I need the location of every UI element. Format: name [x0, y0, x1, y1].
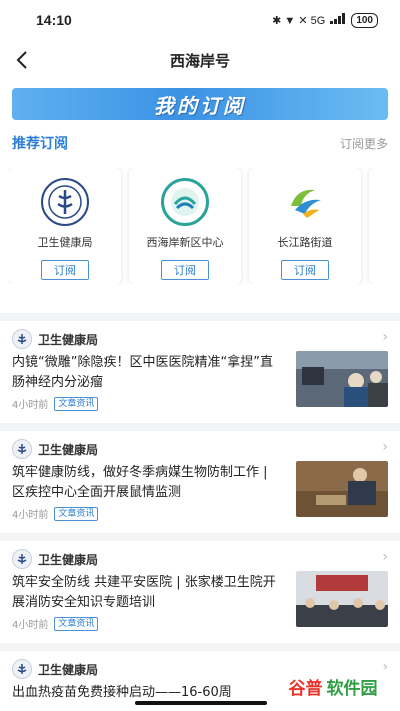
page-title: 西海岸号 — [169, 51, 230, 70]
article-tag: 文章资讯 — [54, 396, 99, 411]
recommend-card[interactable]: 卫生健康局 订阅 — [9, 168, 121, 284]
back-button[interactable] — [8, 46, 36, 74]
recommend-title: 推荐订阅 — [12, 136, 68, 152]
article-source[interactable]: 卫生健康局 — [12, 439, 388, 459]
recommend-name: 卫生健康局 — [37, 236, 93, 249]
recommend-list: 卫生健康局 订阅 西海岸新区中心 订阅 长江路街道 订阅 教育 订阅 — [9, 168, 397, 284]
article-title: 筑牢安全防线 共建平安医院 | 张家楼卫生院开展消防安全知识专题培训 — [12, 575, 276, 610]
chevron-left-icon — [16, 51, 27, 69]
recommend-name: 长江路街道 — [277, 236, 333, 249]
article-feed: 卫生健康局 › 内镜“微雕”除隐疾！区中医医院精准“拿捏”直肠神经内分泌瘤 4小… — [0, 321, 400, 711]
status-bar: 14:10 ✱ ▼ ✕ 5G 100 — [0, 0, 400, 40]
article-title: 内镜“微雕”除隐疾！区中医医院精准“拿捏”直肠神经内分泌瘤 — [12, 355, 273, 390]
article-card[interactable]: 卫生健康局 › 内镜“微雕”除隐疾！区中医医院精准“拿捏”直肠神经内分泌瘤 4小… — [0, 321, 400, 423]
health-bureau-logo-icon — [12, 659, 32, 679]
article-thumbnail — [296, 461, 388, 517]
source-name: 卫生健康局 — [38, 662, 99, 677]
article-time: 4小时前 — [12, 400, 49, 411]
health-bureau-logo-icon — [12, 439, 32, 459]
article-card[interactable]: 卫生健康局 › 筑牢健康防线，做好冬季病媒生物防制工作 | 区疾控中心全面开展鼠… — [0, 431, 400, 533]
source-name: 卫生健康局 — [38, 332, 99, 347]
status-icons-text: ✱ ▼ ✕ 5G — [272, 14, 326, 27]
health-bureau-logo-icon — [12, 329, 32, 349]
health-bureau-logo-icon — [12, 549, 32, 569]
my-subscriptions-banner[interactable]: 我的订阅 — [12, 88, 388, 120]
article-card[interactable]: 卫生健康局 › 筑牢安全防线 共建平安医院 | 张家楼卫生院开展消防安全知识专题… — [0, 541, 400, 643]
watermark-part1: 谷普 — [288, 678, 323, 699]
signal-icon — [330, 13, 346, 27]
article-source[interactable]: 卫生健康局 — [12, 329, 388, 349]
source-name: 卫生健康局 — [38, 552, 99, 567]
article-time: 4小时前 — [12, 510, 49, 521]
article-time: 4小时前 — [12, 620, 49, 631]
nav-bar: 西海岸号 — [0, 40, 400, 80]
banner-text: 我的订阅 — [154, 93, 246, 118]
recommend-card[interactable]: 教育 订阅 — [369, 168, 397, 284]
article-title: 筑牢健康防线，做好冬季病媒生物防制工作 | 区疾控中心全面开展鼠情监测 — [12, 465, 268, 500]
subscribe-button[interactable]: 订阅 — [41, 260, 89, 280]
article-tag: 文章资讯 — [54, 506, 99, 521]
battery-icon: 100 — [351, 12, 378, 28]
recommend-card[interactable]: 西海岸新区中心 订阅 — [129, 168, 241, 284]
watermark-part2: 软件园 — [326, 678, 378, 699]
article-source[interactable]: 卫生健康局 — [12, 549, 388, 569]
recommend-name: 西海岸新区中心 — [146, 236, 224, 249]
article-thumbnail — [296, 571, 388, 627]
source-name: 卫生健康局 — [38, 442, 99, 457]
status-time: 14:10 — [36, 12, 72, 28]
chevron-right-icon: › — [382, 549, 388, 565]
article-tag: 文章资讯 — [54, 616, 99, 631]
recommend-header: 推荐订阅 订阅更多 — [12, 132, 388, 154]
status-icons: ✱ ▼ ✕ 5G 100 — [272, 12, 378, 28]
changjiang-road-logo-icon — [281, 178, 329, 226]
more-subscriptions-link[interactable]: 订阅更多 — [340, 135, 388, 152]
article-thumbnail — [296, 351, 388, 407]
district-center-logo-icon — [161, 178, 209, 226]
chevron-right-icon: › — [382, 329, 388, 345]
watermark-logo: 谷普 软件园 — [274, 669, 392, 703]
health-bureau-logo-icon — [41, 178, 89, 226]
chevron-right-icon: › — [382, 439, 388, 455]
subscribe-button[interactable]: 订阅 — [161, 260, 209, 280]
recommend-card[interactable]: 长江路街道 订阅 — [249, 168, 361, 284]
subscribe-button[interactable]: 订阅 — [281, 260, 329, 280]
home-indicator[interactable] — [135, 701, 267, 705]
top-area: 我的订阅 推荐订阅 订阅更多 卫生健康局 订阅 西海岸新区中心 订阅 长江路街道… — [0, 80, 400, 313]
